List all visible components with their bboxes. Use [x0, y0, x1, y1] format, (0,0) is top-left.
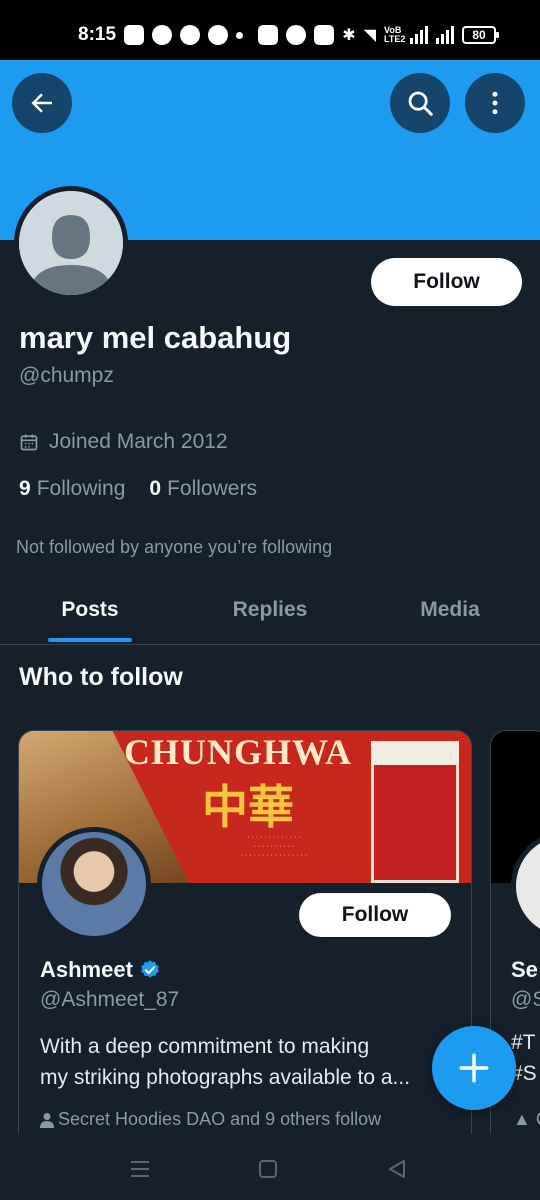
banner-title: CHUNGHWA: [124, 732, 353, 772]
followers-link[interactable]: 0 Followers: [149, 477, 257, 501]
suggestion-bio-line: my striking photographs available to a..…: [40, 1066, 411, 1089]
system-icons: ✱ ◥ VoB LTE2 80: [258, 25, 499, 45]
home-button[interactable]: [253, 1154, 283, 1184]
suggestion-name[interactable]: Se: [511, 957, 538, 983]
person-icon: [40, 1112, 54, 1128]
followers-label: Followers: [167, 477, 257, 500]
suggestion-avatar[interactable]: [37, 827, 151, 941]
more-vertical-icon: [492, 91, 498, 115]
alarm-icon: [286, 25, 307, 45]
compose-post-button[interactable]: [432, 1026, 516, 1110]
tab-posts[interactable]: Posts: [0, 583, 180, 645]
profile-tabs: Posts Replies Media: [0, 583, 540, 645]
default-avatar-icon: [19, 191, 123, 295]
plus-icon: [459, 1053, 489, 1083]
joined-text: Joined March 2012: [49, 430, 228, 453]
following-count: 9: [19, 477, 31, 500]
profile-avatar[interactable]: [14, 186, 128, 300]
who-to-follow-heading: Who to follow: [19, 663, 183, 691]
followers-count: 0: [149, 477, 162, 500]
follow-button[interactable]: Follow: [371, 258, 522, 306]
nfc-icon: [258, 25, 279, 45]
signal-icon: [410, 26, 428, 44]
back-button[interactable]: [12, 73, 72, 133]
recent-apps-button[interactable]: [125, 1154, 155, 1184]
teams-icon: [124, 25, 144, 45]
bluetooth-icon: ✱: [342, 27, 356, 44]
system-navigation-bar: [0, 1134, 540, 1200]
suggestion-bio: With a deep commitment to making my stri…: [40, 1031, 450, 1093]
game-icon: [180, 25, 200, 45]
follow-stats: 9 Following 0 Followers: [19, 477, 257, 501]
suggestion-bio-line: With a deep commitment to making: [40, 1035, 370, 1058]
panda-icon: [208, 25, 228, 45]
tab-media[interactable]: Media: [360, 583, 540, 645]
back-triangle-icon: [389, 1160, 405, 1178]
cigarette-pack-top: [371, 741, 459, 765]
spotify-icon: [152, 25, 172, 45]
tab-replies[interactable]: Replies: [180, 583, 360, 645]
profile-handle: @chumpz: [19, 364, 114, 387]
notification-icons: [124, 25, 243, 45]
back-nav-button[interactable]: [382, 1154, 412, 1184]
search-icon: [408, 91, 433, 116]
status-bar: 8:15 ✱ ◥ VoB LTE2 80: [0, 0, 540, 60]
banner-fine-print: · · · · · · · · · · · · · · · · · · · · ·…: [240, 834, 308, 859]
network-label: VoB LTE2: [384, 25, 406, 44]
wifi-icon: ◥: [363, 27, 376, 44]
social-proof: ▲ C: [513, 1109, 540, 1130]
more-options-button[interactable]: [465, 73, 525, 133]
battery-icon: 80: [462, 26, 499, 44]
joined-date: Joined March 2012: [19, 430, 228, 454]
menu-lines-icon: [131, 1161, 149, 1177]
suggestion-name[interactable]: Ashmeet: [40, 957, 161, 983]
verified-badge-icon: [141, 960, 159, 978]
status-time: 8:15: [78, 24, 117, 45]
suggestion-card[interactable]: CHUNGHWA 中華 · · · · · · · · · · · · · · ·…: [18, 730, 472, 1150]
back-arrow-icon: [31, 93, 52, 113]
following-label: Following: [36, 477, 126, 500]
calendar-icon: [20, 434, 38, 451]
following-link[interactable]: 9 Following: [19, 477, 125, 501]
suggestion-follow-button[interactable]: Follow: [299, 893, 451, 937]
suggestion-bio-line: #T: [511, 1031, 536, 1054]
social-proof: Secret Hoodies DAO and 9 others follow: [40, 1109, 381, 1130]
vibrate-icon: [314, 25, 335, 45]
banner-chinese-text: 中華: [202, 780, 294, 834]
more-notifications-dot-icon: [236, 31, 243, 39]
signal-2-icon: [436, 26, 454, 44]
home-square-icon: [259, 1160, 277, 1178]
person-icon: ▲: [513, 1109, 531, 1129]
social-proof-text: C: [536, 1109, 540, 1129]
search-button[interactable]: [390, 73, 450, 133]
suggestion-handle: @S: [511, 988, 540, 1011]
cigarette-pack-illustration: [371, 751, 459, 883]
suggestion-name-text: Ashmeet: [40, 957, 133, 982]
profile-name: mary mel cabahug: [19, 320, 292, 355]
not-followed-note: Not followed by anyone you’re following: [16, 537, 333, 557]
social-proof-text: Secret Hoodies DAO and 9 others follow: [58, 1109, 382, 1129]
suggestion-handle: @Ashmeet_87: [40, 988, 180, 1011]
